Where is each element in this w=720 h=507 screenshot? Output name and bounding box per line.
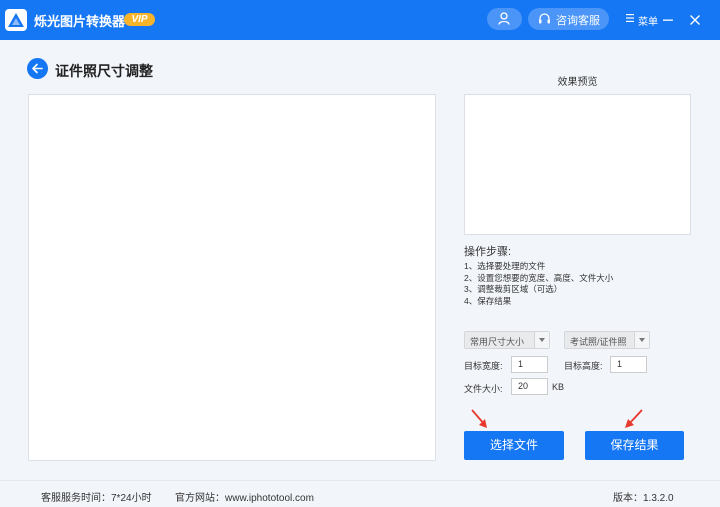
minimize-icon[interactable] bbox=[660, 12, 676, 28]
preview-box bbox=[464, 94, 691, 235]
annotation-arrow-icon bbox=[471, 409, 487, 428]
step-item: 4、保存结果 bbox=[464, 295, 512, 306]
app-title: 烁光图片转换器 bbox=[34, 14, 126, 29]
customer-service-label: 咨询客服 bbox=[556, 15, 600, 27]
save-result-button[interactable]: 保存结果 bbox=[585, 431, 684, 460]
headset-icon bbox=[539, 13, 550, 24]
title-bar: 烁光图片转换器 VIP 咨询客服 菜单 bbox=[0, 0, 720, 40]
height-label: 目标高度: bbox=[564, 361, 603, 371]
back-button[interactable] bbox=[27, 58, 48, 79]
annotation-arrow-icon bbox=[625, 409, 643, 428]
choose-file-button[interactable]: 选择文件 bbox=[464, 431, 564, 460]
width-label: 目标宽度: bbox=[464, 361, 503, 371]
photo-type-value: 考试照/证件照 bbox=[570, 337, 627, 347]
step-item: 1、选择要处理的文件 bbox=[464, 261, 546, 271]
menu-icon[interactable] bbox=[626, 14, 634, 22]
service-hours: 客服服务时间：7*24小时 bbox=[41, 493, 152, 504]
user-icon bbox=[498, 12, 510, 25]
website-link[interactable]: 官方网站：www.iphototool.com bbox=[175, 489, 314, 504]
chevron-down-icon[interactable] bbox=[534, 332, 549, 348]
footer: 客服服务时间：7*24小时 官方网站：www.iphototool.com 版本… bbox=[0, 480, 720, 507]
page-title: 证件照尺寸调整 bbox=[55, 63, 153, 79]
menu-label[interactable]: 菜单 bbox=[638, 13, 658, 28]
step-item: 3、调整裁剪区域（可选） bbox=[464, 284, 563, 294]
filesize-unit: KB bbox=[552, 382, 565, 392]
close-icon[interactable] bbox=[687, 12, 703, 28]
height-input[interactable]: 1 bbox=[610, 356, 647, 373]
image-canvas[interactable] bbox=[28, 94, 436, 461]
arrow-left-icon bbox=[32, 63, 43, 74]
photo-type-select[interactable]: 考试照/证件照 bbox=[564, 331, 650, 349]
size-preset-value: 常用尺寸大小 bbox=[470, 337, 525, 347]
user-account-button[interactable] bbox=[487, 8, 522, 30]
filesize-input[interactable]: 20 bbox=[511, 378, 548, 395]
preview-label: 效果预览 bbox=[557, 77, 598, 88]
filesize-label: 文件大小: bbox=[464, 384, 503, 394]
customer-service-button[interactable]: 咨询客服 bbox=[528, 8, 609, 30]
step-item: 2、设置您想要的宽度、高度、文件大小 bbox=[464, 272, 614, 283]
app-logo-icon bbox=[5, 9, 27, 31]
chevron-down-icon[interactable] bbox=[634, 332, 649, 348]
vip-badge[interactable]: VIP bbox=[124, 13, 155, 26]
size-preset-select[interactable]: 常用尺寸大小 bbox=[464, 331, 550, 349]
version-label: 版本：1.3.2.0 bbox=[613, 493, 674, 504]
width-input[interactable]: 1 bbox=[511, 356, 548, 373]
steps-list: 1、选择要处理的文件 2、设置您想要的宽度、高度、文件大小 3、调整裁剪区域（可… bbox=[464, 261, 613, 307]
steps-title: 操作步骤: bbox=[464, 246, 512, 258]
